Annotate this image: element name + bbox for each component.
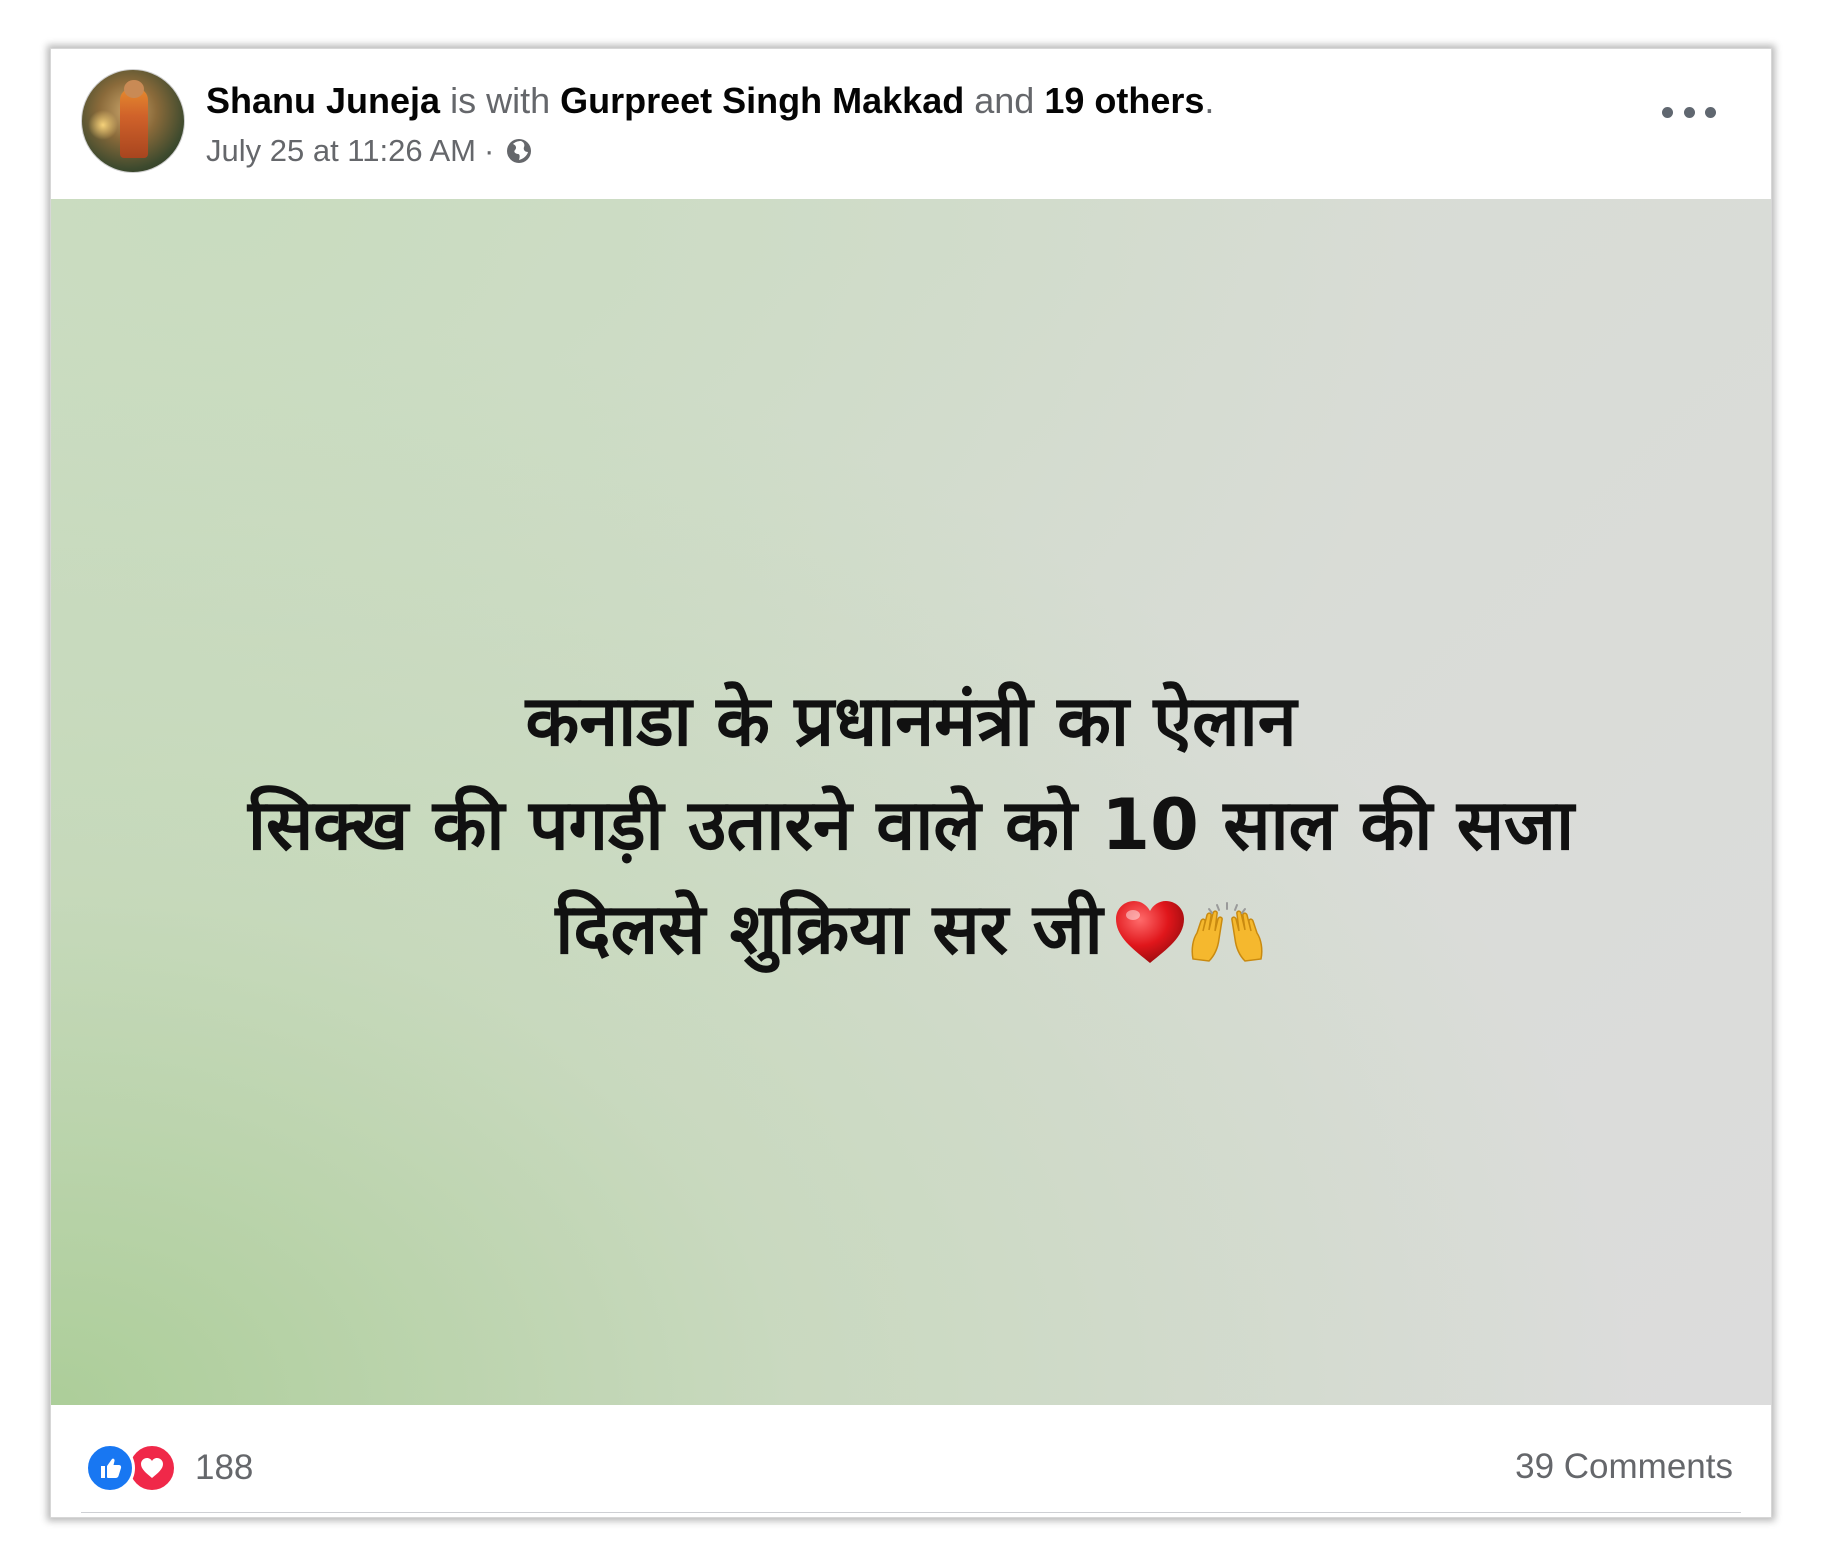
like-reaction-icon: [85, 1443, 135, 1493]
meta-separator: ·: [483, 133, 495, 168]
more-options-icon[interactable]: [1662, 97, 1716, 127]
post-timestamp-link[interactable]: July 25 at 11:26 AM: [206, 131, 476, 171]
more-options-dot: [1705, 106, 1716, 118]
footer-divider: [81, 1512, 1741, 1513]
post-media[interactable]: कनाडा के प्रधानमंत्री का ऐलान सिक्ख की प…: [51, 199, 1771, 1405]
avatar-photo-head: [124, 80, 144, 98]
reaction-count: 188: [195, 1448, 254, 1487]
reactions-summary[interactable]: 188: [85, 1443, 253, 1493]
post-media-text: कनाडा के प्रधानमंत्री का ऐलान सिक्ख की प…: [51, 669, 1771, 981]
raising-hands-emoji: [1187, 889, 1267, 962]
post-header: Shanu Juneja is with Gurpreet Singh Makk…: [51, 49, 1771, 199]
media-text-line-1: कनाडा के प्रधानमंत्री का ऐलान: [525, 680, 1297, 762]
avatar-photo-glow: [88, 110, 118, 140]
more-options-dot: [1662, 106, 1673, 118]
post-meta: July 25 at 11:26 AM ·: [206, 131, 534, 171]
globe-icon[interactable]: [504, 136, 534, 166]
post-card: Shanu Juneja is with Gurpreet Singh Makk…: [50, 48, 1772, 1518]
media-text-line-3-wrapper: दिलसे शुक्रिया सर जी: [51, 877, 1771, 981]
author-avatar[interactable]: [81, 69, 185, 173]
author-name-link[interactable]: Shanu Juneja: [206, 80, 440, 121]
tagged-person-link[interactable]: Gurpreet Singh Makkad: [560, 80, 964, 121]
comments-count-link[interactable]: 39 Comments: [1515, 1447, 1733, 1487]
and-text: and: [974, 80, 1035, 121]
post-footer: 188 39 Comments: [51, 1405, 1771, 1519]
with-text: is with: [450, 80, 551, 121]
tagged-others-link[interactable]: 19 others: [1044, 80, 1204, 121]
avatar-photo-figure: [120, 88, 148, 158]
title-period: .: [1204, 80, 1215, 121]
post-title-line: Shanu Juneja is with Gurpreet Singh Makk…: [206, 79, 1214, 123]
heart-emoji: [1113, 891, 1187, 963]
media-text-line-2: सिक्ख की पगड़ी उतारने वाले को 10 साल की …: [247, 784, 1575, 866]
more-options-dot: [1683, 106, 1695, 118]
media-text-line-3: दिलसे शुक्रिया सर जी: [555, 888, 1103, 970]
